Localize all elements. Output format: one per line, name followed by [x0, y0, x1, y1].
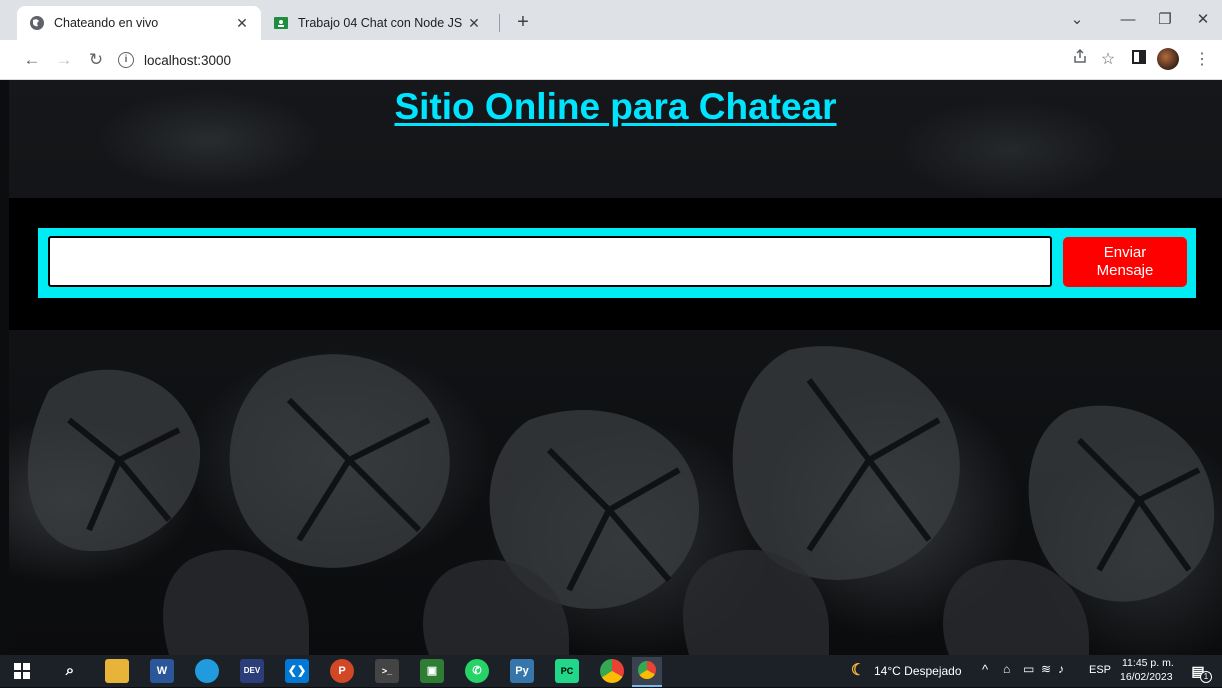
powerpoint-icon[interactable]: P	[330, 659, 354, 683]
minimize-button[interactable]: —	[1113, 8, 1143, 32]
forward-arrow-icon[interactable]: →	[52, 48, 76, 72]
web-page: Sitio Online para Chatear Enviar Mensaje	[9, 80, 1222, 655]
chevron-up-icon[interactable]: ^	[982, 662, 988, 677]
clock-date[interactable]: 16/02/2023	[1120, 671, 1173, 683]
tab-separator	[499, 14, 500, 32]
close-window-button[interactable]: ✕	[1188, 8, 1218, 32]
word-icon[interactable]: W	[150, 659, 174, 683]
search-icon[interactable]: ⌕	[58, 659, 82, 683]
pycharm-icon[interactable]: PC	[555, 659, 579, 683]
tab-title: Chateando en vivo	[54, 16, 159, 30]
side-panel-icon[interactable]	[1127, 48, 1151, 72]
address-bar[interactable]: i localhost:3000	[118, 47, 318, 73]
star-icon[interactable]: ☆	[1096, 48, 1120, 72]
chrome-icon[interactable]	[600, 659, 624, 683]
vscode-icon[interactable]: ❮❯	[285, 659, 309, 683]
chat-band: Enviar Mensaje	[9, 198, 1222, 330]
windows-start-icon[interactable]	[10, 659, 34, 683]
browser-toolbar: ← → ↻ i localhost:3000 ☆ ⋮	[0, 40, 1222, 80]
tab-chateando-en-vivo[interactable]: Chateando en vivo ✕	[17, 6, 261, 40]
edge-icon[interactable]	[195, 659, 219, 683]
language-indicator[interactable]: ESP	[1089, 664, 1111, 676]
monstera-leaves-background	[27, 346, 1215, 655]
wifi-icon[interactable]: ≋	[1041, 662, 1051, 676]
message-input[interactable]	[48, 236, 1052, 287]
tab-trabajo-04[interactable]: Trabajo 04 Chat con Node JS ✕	[261, 6, 493, 40]
address-text: localhost:3000	[144, 52, 232, 68]
classroom-icon	[273, 15, 289, 31]
weather-text[interactable]: 14°C Despejado	[874, 664, 962, 678]
chrome-profile-icon[interactable]	[632, 657, 662, 687]
tab-strip: Chateando en vivo ✕ Trabajo 04 Chat con …	[0, 0, 1222, 40]
kebab-menu-icon[interactable]: ⋮	[1190, 48, 1214, 72]
weather-moon-icon[interactable]: ☾	[846, 659, 870, 683]
dev-tools-icon[interactable]: DEV	[240, 659, 264, 683]
info-icon[interactable]: i	[118, 52, 134, 68]
whatsapp-icon[interactable]: ✆	[465, 659, 489, 683]
restore-button[interactable]: ❐	[1150, 8, 1180, 32]
battery-icon[interactable]: ▭	[1023, 662, 1034, 676]
terminal-icon[interactable]: >_	[375, 659, 399, 683]
chevron-down-icon[interactable]: ⌄	[1062, 8, 1092, 32]
file-explorer-icon[interactable]	[105, 659, 129, 683]
reload-icon[interactable]: ↻	[84, 48, 108, 72]
chat-form: Enviar Mensaje	[38, 228, 1196, 298]
network-icon[interactable]: ⌂	[1003, 662, 1010, 676]
notification-count-badge: 1	[1200, 671, 1212, 683]
new-tab-button[interactable]: +	[510, 9, 536, 35]
send-message-button[interactable]: Enviar Mensaje	[1063, 237, 1187, 287]
clock-time[interactable]: 11:45 p. m.	[1122, 657, 1174, 669]
close-icon[interactable]: ✕	[465, 15, 483, 32]
page-title[interactable]: Sitio Online para Chatear	[9, 86, 1222, 128]
python-icon[interactable]: Py	[510, 659, 534, 683]
globe-icon	[29, 15, 45, 31]
task-app-icon[interactable]: ▣	[420, 659, 444, 683]
speaker-icon[interactable]: ♪	[1058, 662, 1064, 676]
share-icon[interactable]	[1068, 48, 1092, 72]
back-arrow-icon[interactable]: ←	[20, 48, 44, 72]
close-icon[interactable]: ✕	[233, 15, 251, 32]
profile-avatar[interactable]	[1157, 48, 1179, 70]
windows-taskbar: ⌕ W DEV ❮❯ P >_ ▣ ✆ Py PC ☾ 14°C Despeja…	[0, 655, 1222, 687]
tab-title: Trabajo 04 Chat con Node JS	[298, 16, 463, 30]
